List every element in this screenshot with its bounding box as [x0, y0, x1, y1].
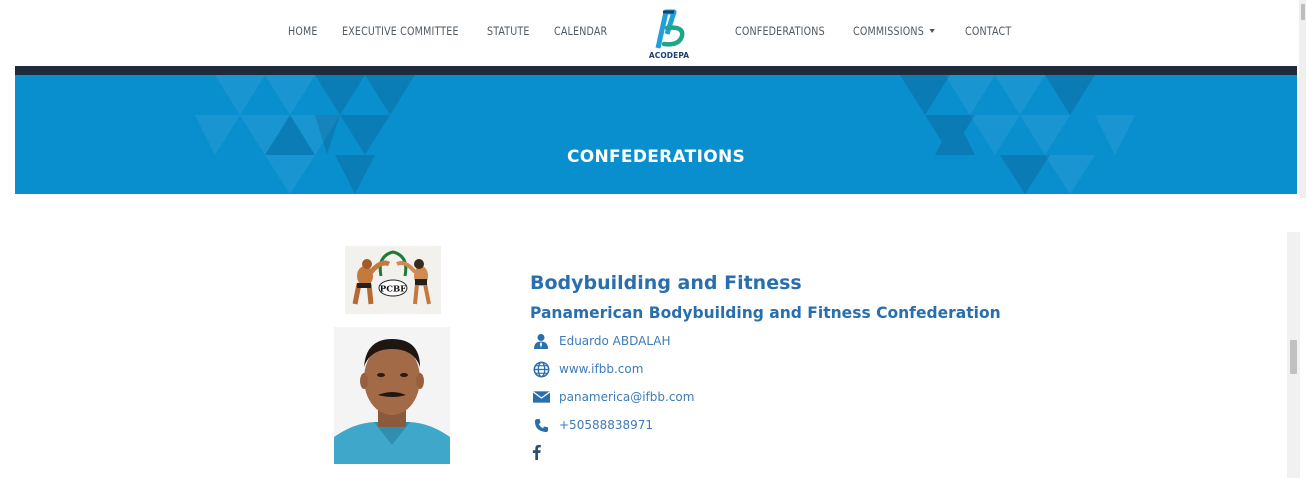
- president-name: Eduardo ABDALAH: [559, 334, 671, 348]
- scrollbar-thumb[interactable]: [1301, 4, 1305, 20]
- content-scrollbar[interactable]: [1287, 232, 1300, 478]
- page-title: CONFEDERATIONS: [566, 147, 746, 167]
- facebook-icon[interactable]: [532, 443, 550, 461]
- user-icon: [532, 332, 550, 350]
- pcbf-logo-text: PCBF: [380, 285, 406, 295]
- nav-commissions[interactable]: COMMISSIONS: [853, 24, 935, 38]
- acodepa-logo[interactable]: ACODEPA: [644, 4, 694, 60]
- phone-number: +50588838971: [559, 418, 654, 432]
- pcbf-logo-image: PCBF: [352, 250, 431, 305]
- nav-contact[interactable]: CONTACT: [965, 24, 1011, 38]
- president-row: Eduardo ABDALAH: [532, 331, 671, 351]
- phone-row: +50588838971: [532, 415, 653, 435]
- confederation-logo: PCBF: [345, 246, 441, 314]
- page-scrollbar-top[interactable]: [1299, 0, 1306, 198]
- phone-icon: [532, 416, 550, 434]
- nav-executive-committee[interactable]: EXECUTIVE COMMITTEE: [342, 24, 459, 38]
- globe-icon: [532, 360, 550, 378]
- president-portrait: [334, 327, 450, 464]
- president-photo: [334, 327, 450, 464]
- chevron-down-icon: [929, 28, 935, 33]
- nav-home[interactable]: HOME: [288, 24, 318, 38]
- confederation-name: Panamerican Bodybuilding and Fitness Con…: [530, 303, 1001, 322]
- email-row: panamerica@ifbb.com: [532, 387, 694, 407]
- nav-calendar[interactable]: CALENDAR: [554, 24, 607, 38]
- nav-confederations[interactable]: CONFEDERATIONS: [735, 24, 825, 38]
- nav-statute[interactable]: STATUTE: [487, 24, 530, 38]
- confederation-category: Bodybuilding and Fitness: [530, 272, 802, 294]
- top-navigation: HOME EXECUTIVE COMMITTEE STATUTE CALENDA…: [0, 0, 1306, 66]
- acodepa-logo-icon: [655, 9, 685, 49]
- header-divider-band: [15, 66, 1297, 75]
- website-row: www.ifbb.com: [532, 359, 643, 379]
- page-banner: CONFEDERATIONS: [15, 75, 1297, 194]
- nav-commissions-label: COMMISSIONS: [853, 24, 924, 38]
- social-row: [532, 442, 559, 462]
- triangle-pattern: [195, 75, 1135, 194]
- email-link[interactable]: panamerica@ifbb.com: [559, 390, 694, 404]
- scrollbar-thumb[interactable]: [1290, 340, 1297, 374]
- logo-text: ACODEPA: [648, 51, 690, 60]
- website-link[interactable]: www.ifbb.com: [559, 362, 643, 376]
- envelope-icon: [532, 388, 550, 406]
